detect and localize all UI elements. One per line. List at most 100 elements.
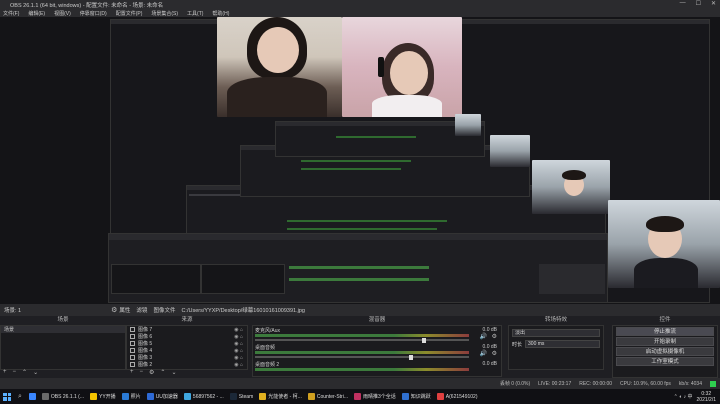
eye-icon[interactable]: ◉ ⌂ — [234, 355, 243, 361]
app-label: 56897562 - ... — [192, 393, 224, 400]
clock-date: 2021/2/1 — [696, 396, 716, 403]
taskbar-app-3[interactable]: 照片 — [119, 390, 144, 403]
preview-canvas[interactable] — [0, 17, 720, 304]
image-file-label: 图像文件 — [153, 308, 176, 314]
app-icon — [401, 393, 409, 400]
add-scene-icon[interactable]: + — [3, 369, 7, 376]
source-item[interactable]: 图像 4 ◉ ⌂ — [127, 347, 247, 354]
obs-window: OBS 26.1.1 (64 bit, windows) - 配置文件: 未命名… — [0, 0, 720, 404]
taskbar-app-10[interactable]: 知识跳跃 — [399, 390, 434, 403]
remove-source-icon[interactable]: − — [140, 369, 144, 376]
source-item[interactable]: 图像 7 ◉ ⌂ — [127, 326, 247, 333]
eye-icon[interactable]: ◉ ⌂ — [234, 341, 243, 347]
live-time: LIVE: 00:23:17 — [538, 380, 572, 387]
maximize-button[interactable]: ☐ — [696, 0, 701, 7]
close-button[interactable]: ✕ — [711, 0, 716, 7]
menu-docks[interactable]: 停靠窗口(D) — [80, 10, 107, 17]
channel-db: 0.0 dB — [482, 361, 497, 367]
app-icon — [146, 393, 154, 400]
tray-icons[interactable]: ⌃ ◐ ♪ 中 — [674, 393, 693, 400]
gear-icon[interactable]: ⚙ — [492, 350, 497, 357]
gear-icon[interactable]: ⚙ — [111, 306, 117, 314]
taskbar-app-4[interactable]: UU加速器 — [144, 390, 181, 403]
remove-scene-icon[interactable]: − — [13, 369, 17, 376]
search-icon[interactable]: ⌕ — [14, 393, 26, 401]
taskbar-app-8[interactable]: Counter-Stri... — [305, 390, 351, 403]
menu-edit[interactable]: 编辑(E) — [28, 10, 45, 17]
menu-file[interactable]: 文件(F) — [3, 10, 19, 17]
menu-bar: 文件(F) 编辑(E) 视图(V) 停靠窗口(D) 配置文件(P) 场景集合(S… — [0, 9, 720, 17]
taskbar-app-0[interactable] — [26, 390, 39, 403]
eye-icon[interactable]: ◉ ⌂ — [234, 327, 243, 333]
title-bar: OBS 26.1.1 (64 bit, windows) - 配置文件: 未命名… — [0, 0, 720, 9]
source-item[interactable]: 图像 5 ◉ ⌂ — [127, 340, 247, 347]
taskbar-app-9[interactable]: 雨晴推3个全话 — [351, 390, 399, 403]
image-icon — [130, 334, 135, 339]
transitions-title: 转场特效 — [544, 317, 567, 323]
taskbar-app-6[interactable]: Steam — [227, 390, 256, 403]
scene-item-label: 场景 — [4, 327, 15, 333]
mixer-channel: 麦克风/Aux 0.0 dB 🔊 ⚙ — [255, 327, 499, 343]
menu-profile[interactable]: 配置文件(P) — [116, 10, 143, 17]
volume-slider[interactable] — [255, 354, 469, 360]
taskbar-app-5[interactable]: 56897562 - ... — [181, 390, 227, 403]
speaker-icon[interactable]: 🔊 — [480, 350, 487, 357]
start-recording-button[interactable]: 开始录制 — [616, 337, 714, 346]
eye-icon[interactable]: ◉ ⌂ — [234, 348, 243, 354]
volume-slider[interactable] — [255, 337, 469, 343]
sources-panel: 图像 7 ◉ ⌂ 图像 6 ◉ ⌂ 图像 5 ◉ ⌂ 图像 4 ◉ ⌂ 图像 3 ◉ ⌂ … — [126, 325, 248, 370]
gear-icon[interactable]: ⚙ — [149, 369, 154, 376]
webcam-guy-large — [608, 200, 720, 288]
scenes-title: 场景 — [57, 317, 69, 323]
eye-icon[interactable]: ◉ ⌂ — [234, 334, 243, 340]
start-button[interactable] — [0, 389, 14, 404]
eye-icon[interactable]: ◉ ⌂ — [234, 362, 243, 368]
image-path[interactable]: C:/Users/YYXP/Desktop/绿幕16010161009391.j… — [181, 306, 305, 314]
studio-mode-button[interactable]: 工作室模式 — [616, 357, 714, 366]
app-icon — [28, 393, 36, 400]
app-icon — [121, 393, 129, 400]
app-icon — [229, 393, 237, 400]
source-item[interactable]: 图像 6 ◉ ⌂ — [127, 333, 247, 340]
move-down-icon[interactable]: ⌄ — [171, 369, 176, 376]
minimize-button[interactable]: — — [680, 0, 686, 7]
app-label: 光能使者 - 柯... — [268, 394, 302, 400]
start-virtual-camera-button[interactable]: 启动虚拟摄像机 — [616, 347, 714, 356]
menu-view[interactable]: 视图(V) — [54, 10, 71, 17]
taskbar-app-1[interactable]: OBS 26.1.1 (... — [39, 390, 87, 403]
source-item[interactable]: 图像 2 ◉ ⌂ — [127, 361, 247, 368]
move-up-icon[interactable]: ⌃ — [22, 369, 27, 376]
filters-button[interactable]: 滤镜 — [136, 306, 147, 314]
source-item[interactable]: 图像 3 ◉ ⌂ — [127, 354, 247, 361]
properties-button[interactable]: 属性 — [119, 306, 130, 314]
scene-item[interactable]: 场景 — [1, 326, 125, 333]
taskbar-app-7[interactable]: 光能使者 - 柯... — [256, 390, 305, 403]
menu-tools[interactable]: 工具(T) — [187, 10, 203, 17]
app-icon — [90, 393, 97, 400]
source-label: 图像 2 — [138, 362, 153, 368]
app-icon — [259, 393, 267, 400]
nested-capture-main — [108, 233, 608, 303]
webcam-guy-small-1 — [455, 114, 481, 136]
clock[interactable]: 0:32 2021/2/1 — [697, 391, 716, 403]
move-down-icon[interactable]: ⌄ — [33, 369, 38, 376]
menu-scene-collection[interactable]: 场景集合(S) — [151, 10, 178, 17]
speaker-icon[interactable]: 🔊 — [480, 333, 487, 340]
transition-select[interactable]: 淡出 — [512, 329, 600, 337]
move-up-icon[interactable]: ⌃ — [160, 369, 165, 376]
scene-count: 场景: 1 — [4, 308, 22, 314]
taskbar-items: OBS 26.1.1 (... YY开播 照片 UU加速器 56897562 - ...… — [26, 390, 481, 403]
duration-input[interactable]: 300 ms — [525, 340, 600, 348]
menu-help[interactable]: 帮助(H) — [212, 10, 229, 17]
taskbar-app-2[interactable]: YY开播 — [87, 390, 119, 403]
scenes-toolbar: + − ⌃ ⌄ — [3, 369, 38, 376]
add-source-icon[interactable]: + — [130, 369, 134, 376]
taskbar-app-11[interactable]: A(621549102) — [434, 390, 481, 403]
nested-capture-4 — [275, 121, 485, 157]
stop-streaming-button[interactable]: 停止推流 — [616, 327, 714, 336]
gear-icon[interactable]: ⚙ — [492, 333, 497, 340]
duration-label: 时长 — [512, 341, 523, 348]
system-tray: ⌃ ◐ ♪ 中 0:32 2021/2/1 — [674, 391, 720, 403]
webcam-girl-1 — [217, 17, 342, 117]
webcam-guy-small-2 — [490, 135, 530, 167]
